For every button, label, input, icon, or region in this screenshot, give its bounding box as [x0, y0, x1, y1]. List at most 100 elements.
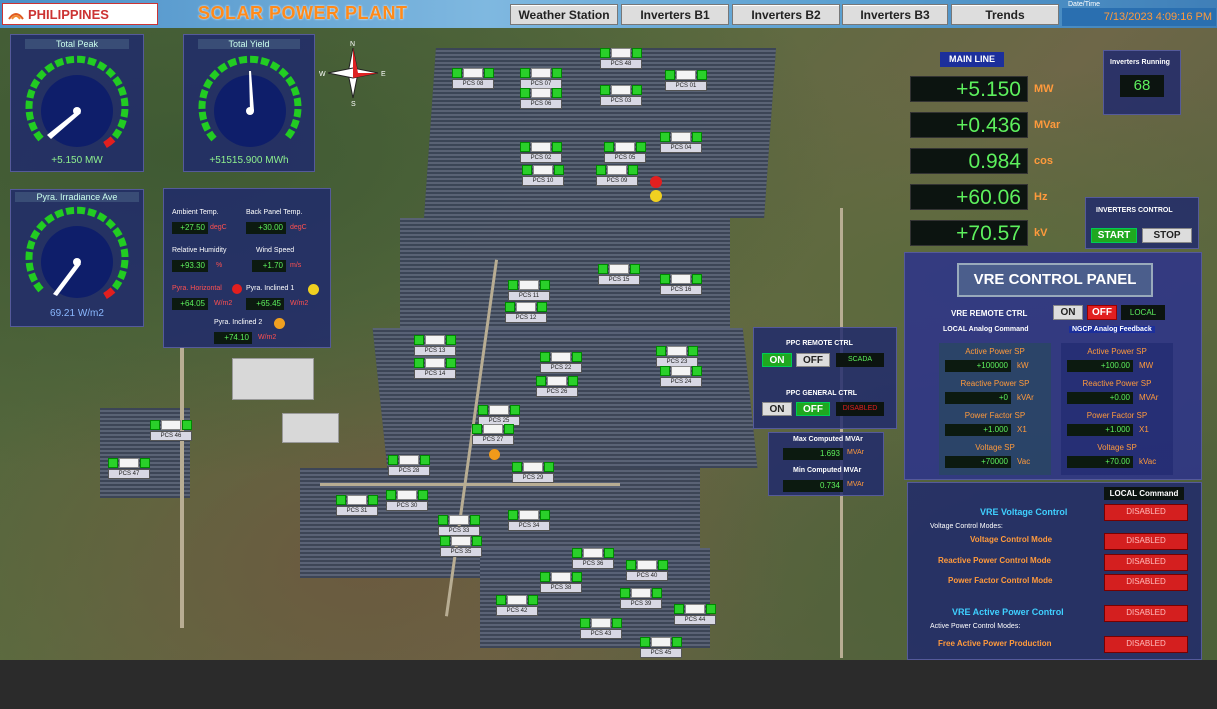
setpoint-unit: Vac [1017, 457, 1031, 466]
voltage-mode-label: Voltage Control Mode [970, 535, 1053, 544]
voltage-mode-disabled-button[interactable]: DISABLED [1104, 533, 1188, 550]
ppc-remote-on-button[interactable]: ON [762, 353, 792, 367]
free-active-disabled-button[interactable]: DISABLED [1104, 636, 1188, 653]
total-peak-unit: MW [84, 155, 103, 166]
vre-on-button[interactable]: ON [1053, 305, 1083, 320]
stop-button[interactable]: STOP [1142, 228, 1192, 243]
pcs-unit[interactable]: PCS 22 [540, 352, 582, 373]
pcs-unit[interactable]: PCS 30 [386, 490, 428, 511]
pcs-status-indicator [540, 572, 550, 582]
nav-inverters-b3[interactable]: Inverters B3 [842, 4, 948, 25]
vre-mode-local: LOCAL [1121, 305, 1165, 320]
pcs-status-indicator [692, 366, 702, 376]
pcs-unit[interactable]: PCS 04 [660, 132, 702, 153]
main-line-value: 0.984 [910, 148, 1028, 174]
pcs-unit[interactable]: PCS 45 [640, 637, 682, 658]
setpoint-label: Active Power SP [965, 347, 1025, 356]
pcs-unit[interactable]: PCS 24 [660, 366, 702, 387]
pcs-unit[interactable]: PCS 01 [665, 70, 707, 91]
pcs-inverter-icon [463, 68, 483, 78]
pcs-unit[interactable]: PCS 28 [388, 455, 430, 476]
pcs-unit[interactable]: PCS 02 [520, 142, 562, 163]
pcs-unit[interactable]: PCS 14 [414, 358, 456, 379]
free-active-label: Free Active Power Production [938, 639, 1052, 648]
pcs-unit[interactable]: PCS 42 [496, 595, 538, 616]
pcs-status-indicator [536, 376, 546, 386]
local-command-panel: LOCAL Command VRE Voltage Control DISABL… [907, 482, 1202, 660]
start-button[interactable]: START [1091, 228, 1137, 243]
pcs-status-indicator [540, 510, 550, 520]
pcs-unit[interactable]: PCS 26 [536, 376, 578, 397]
pcs-unit[interactable]: PCS 07 [520, 68, 562, 89]
pcs-unit[interactable]: PCS 06 [520, 88, 562, 109]
pcs-label: PCS 24 [660, 377, 702, 387]
pcs-unit[interactable]: PCS 12 [505, 302, 547, 323]
pcs-unit[interactable]: PCS 38 [540, 572, 582, 593]
nav-trends[interactable]: Trends [951, 4, 1059, 25]
pyra-horizontal-unit: W/m2 [214, 300, 233, 307]
pcs-unit[interactable]: PCS 11 [508, 280, 550, 301]
nav-inverters-b1[interactable]: Inverters B1 [621, 4, 729, 25]
setpoint-value: +0.00 [1067, 392, 1133, 404]
pcs-inverter-icon [671, 366, 691, 376]
pcs-unit[interactable]: PCS 27 [472, 424, 514, 445]
pcs-status-indicator [660, 132, 670, 142]
pcs-inverter-icon [637, 560, 657, 570]
pcs-unit[interactable]: PCS 35 [440, 536, 482, 557]
pcs-status-row [336, 495, 378, 505]
setpoint-unit: MVAr [1139, 393, 1159, 402]
setpoint-value[interactable]: +1.000 [945, 424, 1011, 436]
pcs-status-indicator [692, 132, 702, 142]
pcs-unit[interactable]: PCS 47 [108, 458, 150, 479]
pcs-unit[interactable]: PCS 40 [626, 560, 668, 581]
nav-weather-station[interactable]: Weather Station [510, 4, 618, 25]
min-computed-unit: MVAr [847, 481, 864, 488]
pcs-unit[interactable]: PCS 36 [572, 548, 614, 569]
pcs-unit[interactable]: PCS 31 [336, 495, 378, 516]
ppc-general-status: DISABLED [836, 402, 884, 416]
reactive-mode-disabled-button[interactable]: DISABLED [1104, 554, 1188, 571]
max-computed-label: Max Computed MVAr [793, 436, 863, 443]
pcs-unit[interactable]: PCS 10 [522, 165, 564, 186]
inverters-running-title: Inverters Running [1110, 59, 1170, 66]
pcs-unit[interactable]: PCS 05 [604, 142, 646, 163]
pcs-unit[interactable]: PCS 15 [598, 264, 640, 285]
setpoint-value[interactable]: +70000 [945, 456, 1011, 468]
nav-inverters-b2[interactable]: Inverters B2 [732, 4, 840, 25]
pcs-unit[interactable]: PCS 16 [660, 274, 702, 295]
pcs-unit[interactable]: PCS 03 [600, 85, 642, 106]
pcs-status-indicator [508, 280, 518, 290]
pcs-unit[interactable]: PCS 33 [438, 515, 480, 536]
pcs-status-indicator [510, 405, 520, 415]
pcs-inverter-icon [347, 495, 367, 505]
pcs-unit[interactable]: PCS 08 [452, 68, 494, 89]
ppc-remote-off-button[interactable]: OFF [796, 353, 830, 367]
pcs-unit[interactable]: PCS 09 [596, 165, 638, 186]
active-control-disabled-button[interactable]: DISABLED [1104, 605, 1188, 622]
pcs-label: PCS 46 [150, 431, 192, 441]
pcs-inverter-icon [676, 70, 696, 80]
ppc-general-on-button[interactable]: ON [762, 402, 792, 416]
setpoint-value[interactable]: +100000 [945, 360, 1011, 372]
inverters-control-title: INVERTERS CONTROL [1096, 207, 1173, 214]
pcs-unit[interactable]: PCS 13 [414, 335, 456, 356]
pcs-unit[interactable]: PCS 46 [150, 420, 192, 441]
pcs-status-indicator [528, 595, 538, 605]
pcs-unit[interactable]: PCS 34 [508, 510, 550, 531]
pcs-label: PCS 29 [512, 473, 554, 483]
pcs-unit[interactable]: PCS 44 [674, 604, 716, 625]
pcs-unit[interactable]: PCS 48 [600, 48, 642, 69]
voltage-control-disabled-button[interactable]: DISABLED [1104, 504, 1188, 521]
ppc-general-off-button[interactable]: OFF [796, 402, 830, 416]
pcs-unit[interactable]: PCS 39 [620, 588, 662, 609]
vre-off-button[interactable]: OFF [1087, 305, 1117, 320]
pcs-unit[interactable]: PCS 29 [512, 462, 554, 483]
pcs-status-indicator [520, 88, 530, 98]
pcs-unit[interactable]: PCS 43 [580, 618, 622, 639]
header-bar: PHILIPPINES SOLAR POWER PLANT Weather St… [0, 0, 1217, 28]
pcs-status-indicator [552, 68, 562, 78]
setpoint-value[interactable]: +0 [945, 392, 1011, 404]
pcs-unit[interactable]: PCS 23 [656, 346, 698, 367]
pcs-unit[interactable]: PCS 25 [478, 405, 520, 426]
pf-mode-disabled-button[interactable]: DISABLED [1104, 574, 1188, 591]
